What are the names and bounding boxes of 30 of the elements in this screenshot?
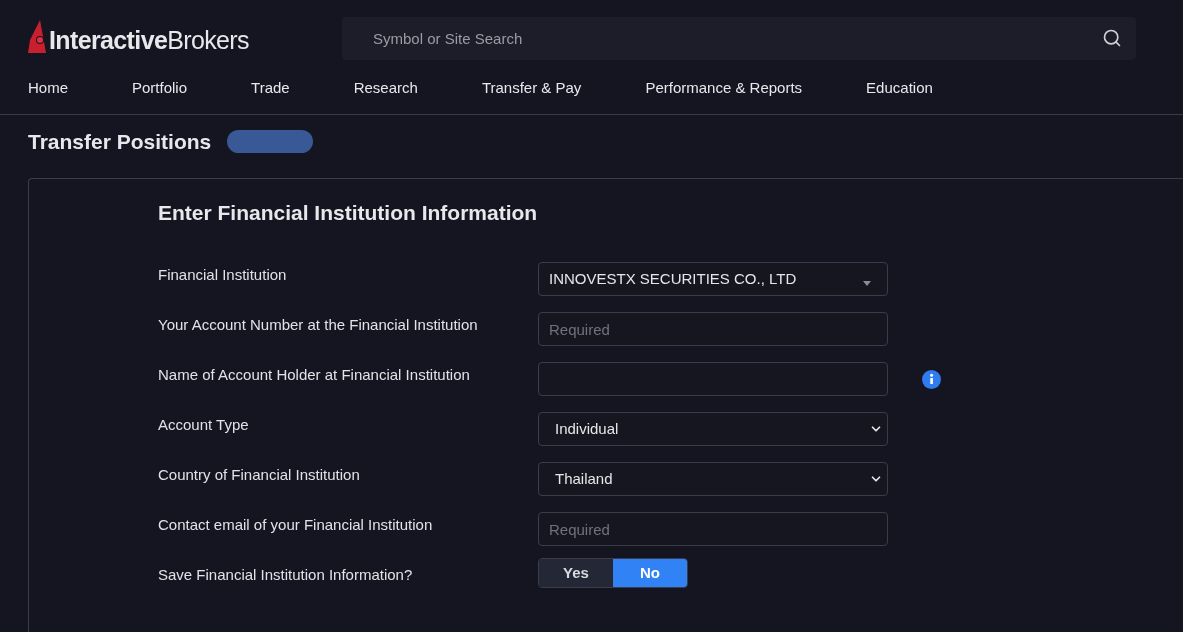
toggle-option[interactable]: Yes — [539, 559, 613, 587]
toggle-option[interactable]: No — [613, 559, 687, 587]
search-icon[interactable] — [1102, 28, 1122, 48]
nav-link[interactable]: Home — [28, 77, 68, 100]
caret-icon — [863, 280, 871, 286]
field-label: Account Type — [158, 415, 250, 435]
input-field[interactable] — [538, 362, 888, 396]
info-icon[interactable] — [922, 370, 941, 389]
page-title: Transfer Positions — [28, 129, 212, 155]
nav-link[interactable]: Performance & Reports — [645, 77, 803, 100]
nav-link[interactable]: Trade — [251, 77, 290, 100]
nav-link[interactable]: Transfer & Pay — [481, 77, 582, 100]
institution-dropdown[interactable]: INNOVESTX SECURITIES CO., LTD — [538, 262, 888, 296]
field-label: Name of Account Holder at Financial Institution — [158, 365, 471, 385]
field-label: Country of Financial Institution — [158, 465, 361, 485]
field-label: Contact email of your Financial Institution — [158, 515, 434, 535]
nav-link[interactable]: Portfolio — [132, 77, 188, 100]
field-label: Save Financial Institution Information? — [158, 565, 414, 585]
form-title: Enter Financial Institution Information — [158, 199, 539, 226]
logo-text[interactable]: InteractiveBrokers — [49, 21, 249, 60]
input-field[interactable]: Required — [538, 512, 888, 546]
nav-link[interactable]: Research — [353, 77, 418, 100]
select-dropdown[interactable]: Thailand — [538, 462, 888, 496]
logo-mark-icon — [28, 20, 48, 53]
field-label: Financial Institution — [158, 265, 288, 285]
field-label: Your Account Number at the Financial Institution — [158, 315, 479, 335]
input-field[interactable]: Required — [538, 312, 888, 346]
search-field[interactable]: Symbol or Site Search — [342, 17, 1136, 60]
nav-link[interactable]: Education — [866, 77, 933, 100]
select-dropdown[interactable]: Individual — [538, 412, 888, 446]
